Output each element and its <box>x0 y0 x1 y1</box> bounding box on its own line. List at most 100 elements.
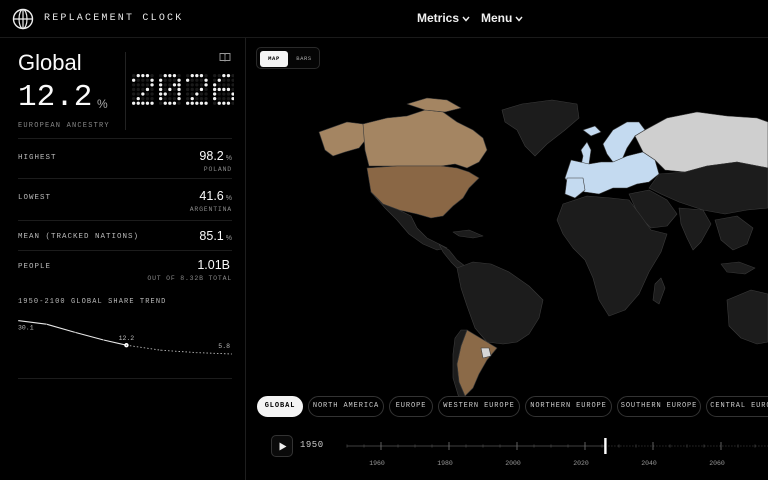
stat-value: 85.1% <box>199 229 232 243</box>
year-dot-off <box>195 83 199 87</box>
year-dot-on <box>168 74 172 78</box>
trend-point <box>74 331 76 334</box>
year-dot-off <box>231 78 234 82</box>
timeline-tick-label: 1960 <box>369 460 385 467</box>
year-dot-off <box>226 83 231 87</box>
trend-current-label: 12.2 <box>119 335 135 342</box>
year-dot-on <box>159 87 163 92</box>
country-alaska <box>318 121 368 157</box>
year-dot-off <box>132 83 136 87</box>
year-dot-off <box>145 97 150 101</box>
year-dot-on <box>159 97 163 101</box>
year-dot-off <box>141 83 145 87</box>
year-dot-on <box>177 83 181 87</box>
main-menu[interactable]: Menu <box>481 11 523 25</box>
country-greenland <box>501 99 580 157</box>
year-dot-off <box>231 101 234 105</box>
view-toggle: MAP BARS <box>256 47 320 69</box>
trend-line-projected <box>126 344 232 355</box>
year-dot-off <box>199 78 204 82</box>
year-dot-off <box>213 74 217 78</box>
play-icon <box>279 442 287 451</box>
year-dot-off <box>163 87 167 92</box>
year-dot-on <box>145 101 150 105</box>
chip-global[interactable]: GLOBAL <box>257 396 303 417</box>
timeline-tick-label: 1980 <box>437 460 453 467</box>
country-iceland <box>582 125 602 137</box>
year-dot-on <box>145 74 150 78</box>
year-dot-off <box>150 87 154 92</box>
year-dot-off <box>217 83 221 87</box>
country-australia <box>726 289 768 345</box>
year-dot-off <box>222 78 226 82</box>
bars-view-button[interactable]: BARS <box>290 51 318 67</box>
trend-chart: 30.1 12.2 5.8 <box>18 320 232 355</box>
year-dot-on <box>226 101 231 105</box>
book-icon[interactable] <box>219 52 231 62</box>
timeline-year: 1950 <box>300 440 324 450</box>
play-button[interactable] <box>271 435 293 457</box>
year-dot-off <box>190 92 194 96</box>
year-dot-on <box>163 92 167 96</box>
timeline-tick-label: 2000 <box>505 460 521 467</box>
chip-central-europe[interactable]: CENTRAL EUROPE <box>706 396 768 417</box>
app-name: REPLACEMENT CLOCK <box>44 13 184 24</box>
year-dot-off <box>186 97 190 101</box>
year-dot-off <box>141 97 145 101</box>
year-dot-on <box>177 92 181 96</box>
chip-western-europe[interactable]: WESTERN EUROPE <box>438 396 520 417</box>
timeline-slider[interactable]: 1960 1980 2000 2020 2040 2060 <box>343 436 768 472</box>
year-dot-off <box>132 92 136 96</box>
year-dot-off <box>172 87 177 92</box>
map-view-button[interactable]: MAP <box>260 51 288 67</box>
year-dot-on <box>172 101 177 105</box>
country-canada-islands <box>406 97 462 113</box>
year-dot-off <box>186 87 190 92</box>
trend-point <box>45 323 48 325</box>
year-dot-on <box>163 101 167 105</box>
year-dot-off <box>195 97 199 101</box>
year-dot-off <box>145 83 150 87</box>
year-dot-on <box>199 87 204 92</box>
year-dot-off <box>199 97 204 101</box>
share-value: 12.2 <box>18 80 93 115</box>
trend-point <box>103 339 105 341</box>
year-dot-on <box>231 97 234 101</box>
year-dot-on <box>159 92 163 96</box>
metrics-menu-label: Metrics <box>417 11 460 25</box>
stat-label: LOWEST <box>18 194 52 202</box>
year-dot-on <box>222 101 226 105</box>
chip-southern-europe[interactable]: SOUTHERN EUROPE <box>617 396 701 417</box>
year-dot-off <box>168 78 172 82</box>
year-dot-on <box>136 74 140 78</box>
timeline-handle[interactable] <box>604 438 607 454</box>
timeline-tick-label: 2020 <box>573 460 589 467</box>
year-dot-off <box>190 87 194 92</box>
divider <box>125 52 126 130</box>
year-dot-off <box>217 92 221 96</box>
year-dot-on <box>150 78 154 82</box>
metrics-menu[interactable]: Metrics <box>417 11 470 25</box>
year-dot-off <box>226 78 231 82</box>
year-dot-on <box>132 101 136 105</box>
year-dot-on <box>177 87 181 92</box>
stat-country: POLAND <box>203 166 232 173</box>
globe-icon[interactable] <box>12 8 34 30</box>
chip-europe[interactable]: EUROPE <box>389 396 433 417</box>
chevron-down-icon <box>515 16 523 22</box>
year-dot-off <box>132 87 136 92</box>
year-dot-off <box>226 97 231 101</box>
stat-value: 98.2% <box>199 149 232 163</box>
stat-mean: MEAN (TRACKED NATIONS) 85.1% <box>18 220 232 250</box>
stat-lowest: LOWEST 41.6% ARGENTINA <box>18 178 232 220</box>
chip-north-america[interactable]: NORTH AMERICA <box>308 396 384 417</box>
year-dot-on <box>145 87 150 92</box>
metric-label: EUROPEAN ANCESTRY <box>18 122 110 130</box>
year-dot-on <box>159 83 163 87</box>
year-dot-off <box>204 97 208 101</box>
stat-label: PEOPLE <box>18 263 52 271</box>
year-dot-off <box>231 87 234 92</box>
chip-northern-europe[interactable]: NORTHERN EUROPE <box>525 396 612 417</box>
stat-country: ARGENTINA <box>189 206 232 213</box>
year-dot-off <box>168 97 172 101</box>
